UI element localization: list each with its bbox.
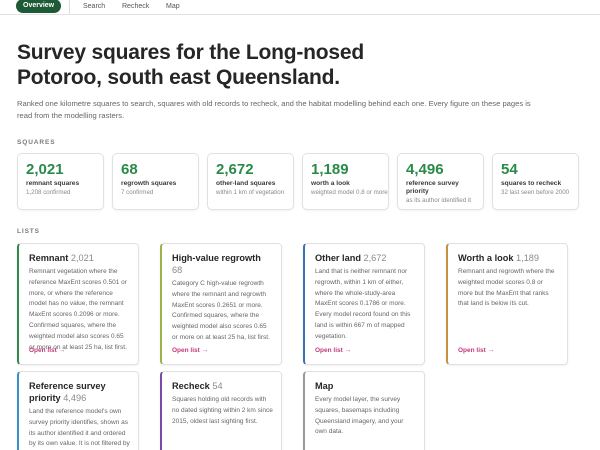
card-title: High-value regrowth 68 (172, 252, 273, 276)
card-title-text: Recheck (172, 381, 210, 391)
card-description: Category C high-value regrowth where the… (172, 280, 270, 341)
stat-label: reference survey priority (406, 180, 459, 195)
lists-section-label: LISTS (17, 228, 40, 235)
page-intro: Ranked one kilometre squares to search, … (17, 99, 531, 120)
stat-label: other-land squares (216, 180, 276, 187)
list-card-recheck[interactable]: Recheck 54 Squares holding old records w… (160, 371, 282, 450)
stat-card-regrowth: 68 regrowth squares 7 confirmed (112, 153, 199, 210)
card-title-text: Other land (315, 253, 361, 263)
stat-subtext: within 1 km of vegetation (216, 189, 285, 196)
list-card-worth-a-look[interactable]: Worth a look 1,189 Remnant and regrowth … (446, 243, 568, 365)
stat-value: 4,496 (406, 161, 444, 178)
stat-label: regrowth squares (121, 180, 177, 187)
card-count: 2,021 (70, 253, 94, 263)
top-nav: Overview Search Recheck Map (0, 0, 600, 15)
card-count: 1,189 (516, 253, 540, 263)
list-card-remnant[interactable]: Remnant 2,021 Remnant vegetation where t… (17, 243, 139, 365)
open-list-link[interactable]: Open list → (29, 347, 65, 354)
nav-search-link[interactable]: Search (83, 2, 105, 12)
stat-subtext: 7 confirmed (121, 189, 154, 196)
stat-label: remnant squares (26, 180, 80, 187)
stat-card-reference-priority: 4,496 reference survey priority as its a… (397, 153, 484, 210)
nav-overview-tab[interactable]: Overview (16, 0, 62, 13)
card-count: 2,672 (363, 253, 387, 263)
stat-card-remnant: 2,021 remnant squares 1,208 confirmed (17, 153, 104, 210)
card-title: Worth a look 1,189 (458, 252, 559, 264)
squares-section-label: SQUARES (17, 139, 56, 146)
card-title-text: Remnant (29, 253, 69, 263)
stat-subtext: 1,208 confirmed (26, 189, 71, 196)
card-description: Squares holding old records with no date… (172, 396, 273, 425)
card-title-text: Worth a look (458, 253, 514, 263)
page-title: Survey squares for the Long-nosed Potoro… (17, 41, 364, 89)
card-title: Other land 2,672 (315, 252, 416, 264)
stat-subtext: as its author identified it (406, 197, 472, 204)
stat-value: 2,672 (216, 161, 254, 178)
stat-label: worth a look (311, 180, 350, 187)
open-list-link[interactable]: Open list → (458, 347, 494, 354)
card-title: Reference survey priority 4,496 (29, 380, 130, 404)
open-list-link[interactable]: Open list → (315, 347, 351, 354)
card-count: 4,496 (63, 393, 87, 403)
card-description: Land that is neither remnant nor regrowt… (315, 268, 411, 340)
nav-recheck-link[interactable]: Recheck (122, 2, 149, 12)
card-count: 68 (172, 265, 183, 275)
card-title-text: Map (315, 381, 334, 391)
open-list-link[interactable]: Open list → (172, 347, 208, 354)
stat-subtext: 32 last seen before 2000 (501, 189, 570, 196)
card-description: Remnant and regrowth where the weighted … (458, 268, 555, 308)
stat-value: 54 (501, 161, 518, 178)
list-card-map[interactable]: Map Every model layer, the survey square… (303, 371, 425, 450)
stat-card-worth-a-look: 1,189 worth a look weighted model 0.8 or… (302, 153, 389, 210)
card-description: Every model layer, the survey squares, b… (315, 396, 404, 436)
list-card-other-land[interactable]: Other land 2,672 Land that is neither re… (303, 243, 425, 365)
card-title-text: High-value regrowth (172, 253, 261, 263)
card-description: Land the reference model's own survey pr… (29, 408, 130, 448)
card-title: Map (315, 380, 416, 392)
stat-card-recheck: 54 squares to recheck 32 last seen befor… (492, 153, 579, 210)
stat-value: 68 (121, 161, 138, 178)
stat-subtext: weighted model 0.8 or more (311, 189, 388, 196)
nav-divider (69, 0, 70, 14)
card-count: 54 (212, 381, 223, 391)
stat-label: squares to recheck (501, 180, 562, 187)
list-card-reference-priority[interactable]: Reference survey priority 4,496 Land the… (17, 371, 139, 450)
stat-card-other-land: 2,672 other-land squares within 1 km of … (207, 153, 294, 210)
stat-value: 2,021 (26, 161, 64, 178)
card-description: Remnant vegetation where the reference M… (29, 268, 127, 351)
card-title: Remnant 2,021 (29, 252, 130, 264)
stat-value: 1,189 (311, 161, 349, 178)
card-title: Recheck 54 (172, 380, 273, 392)
nav-map-link[interactable]: Map (166, 2, 180, 12)
list-card-high-value-regrowth[interactable]: High-value regrowth 68 Category C high-v… (160, 243, 282, 365)
